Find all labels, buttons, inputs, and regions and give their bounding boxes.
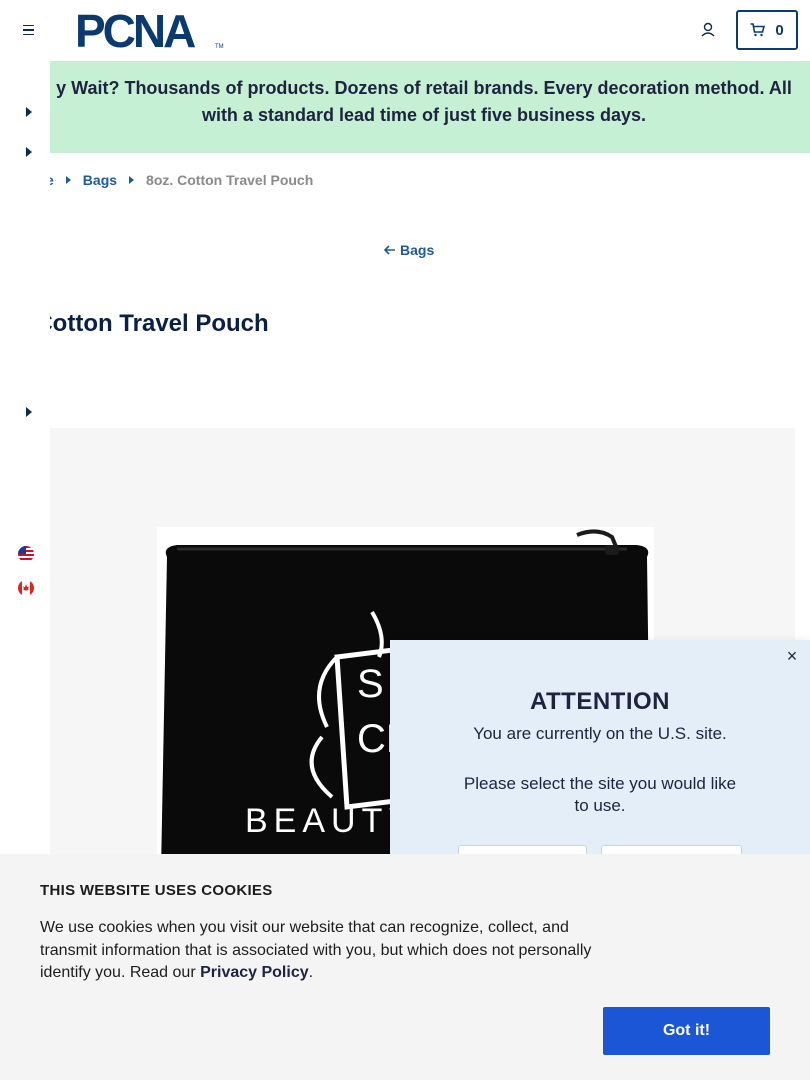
accept-cookies-button[interactable]: Got it!	[603, 1007, 770, 1055]
privacy-policy-link[interactable]: Privacy Policy	[200, 964, 309, 981]
breadcrumb-separator-icon	[65, 176, 71, 184]
cookie-banner: THIS WEBSITE USES COOKIES We use cookies…	[0, 854, 810, 1080]
cart-button[interactable]: 0	[736, 10, 798, 50]
site-header: PCNA TM 0	[0, 0, 810, 61]
cookie-message-suffix: .	[308, 964, 314, 981]
promo-banner-text: y Wait? Thousands of products. Dozens of…	[56, 78, 792, 125]
logo-text: PCNA	[75, 10, 195, 52]
breadcrumb-bags-link[interactable]: Bags	[83, 172, 117, 188]
us-flag-icon[interactable]	[18, 546, 34, 562]
back-to-bags-link[interactable]: Bags	[384, 242, 434, 258]
svg-text:TM: TM	[215, 44, 224, 50]
canada-flag-icon[interactable]	[18, 580, 34, 596]
breadcrumb-separator-icon	[129, 176, 135, 184]
breadcrumb-current: 8oz. Cotton Travel Pouch	[146, 172, 314, 188]
arrow-left-icon	[384, 245, 395, 255]
pcna-logo[interactable]: PCNA TM	[75, 10, 225, 52]
page: PCNA TM 0 y Wait? Thousands of products.…	[0, 0, 810, 1080]
popup-instruction: Please select the site you would like to…	[463, 774, 737, 815]
popup-title: ATTENTION	[529, 688, 671, 715]
cart-icon	[750, 23, 766, 37]
account-icon[interactable]	[698, 20, 718, 40]
cookie-message: We use cookies when you visit our websit…	[40, 917, 600, 985]
caret-right-icon[interactable]	[26, 407, 32, 417]
svg-text:S: S	[357, 662, 384, 706]
close-icon[interactable]: ×	[784, 647, 800, 665]
caret-right-icon[interactable]	[26, 107, 32, 117]
popup-message: You are currently on the U.S. site.	[473, 724, 727, 743]
menu-icon[interactable]	[18, 20, 38, 40]
caret-right-icon[interactable]	[26, 147, 32, 157]
promo-banner: y Wait? Thousands of products. Dozens of…	[0, 61, 810, 153]
cart-count: 0	[775, 21, 784, 39]
cookie-title: THIS WEBSITE USES COOKIES	[40, 882, 273, 899]
back-link-label: Bags	[400, 242, 435, 258]
cookie-message-text: We use cookies when you visit our websit…	[40, 919, 592, 981]
